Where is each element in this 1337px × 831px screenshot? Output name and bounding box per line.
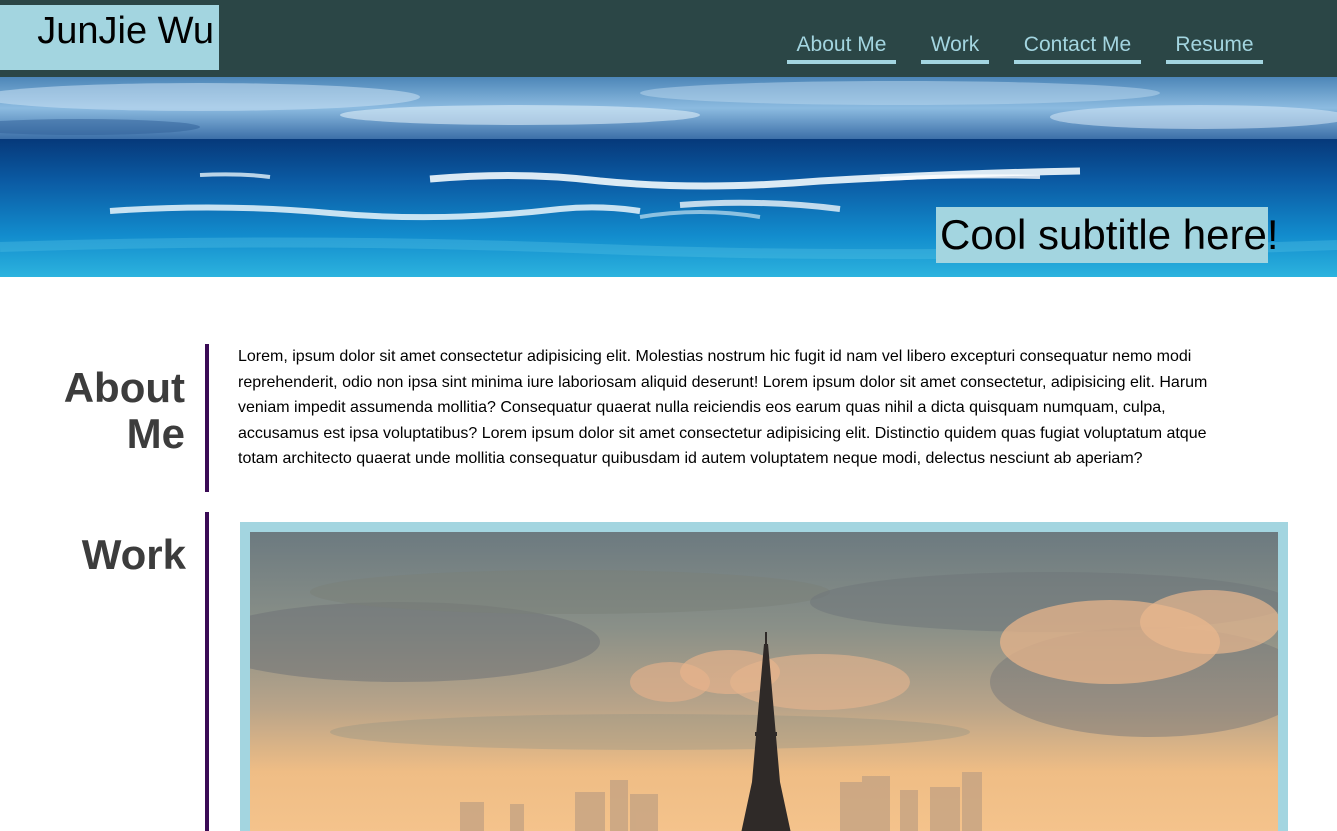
main-nav: About Me Work Contact Me Resume <box>0 32 1337 64</box>
work-image-frame[interactable] <box>240 522 1288 831</box>
about-me-text: Lorem, ipsum dolor sit amet consectetur … <box>238 348 1208 467</box>
site-header: JunJie Wu About Me Work Contact Me Resum… <box>0 0 1337 77</box>
about-me-divider <box>205 344 209 492</box>
work-heading: Work <box>81 531 186 578</box>
nav-resume[interactable]: Resume <box>1166 32 1263 64</box>
nav-about-me[interactable]: About Me <box>787 32 896 64</box>
paris-skyline-image <box>250 532 1278 831</box>
hero-banner: Cool subtitle here! <box>0 77 1337 277</box>
nav-work[interactable]: Work <box>921 32 989 64</box>
nav-contact-me[interactable]: Contact Me <box>1014 32 1141 64</box>
hero-subtitle: Cool subtitle here! <box>936 207 1279 263</box>
work-divider <box>205 512 209 831</box>
about-me-heading: About Me <box>63 364 185 457</box>
